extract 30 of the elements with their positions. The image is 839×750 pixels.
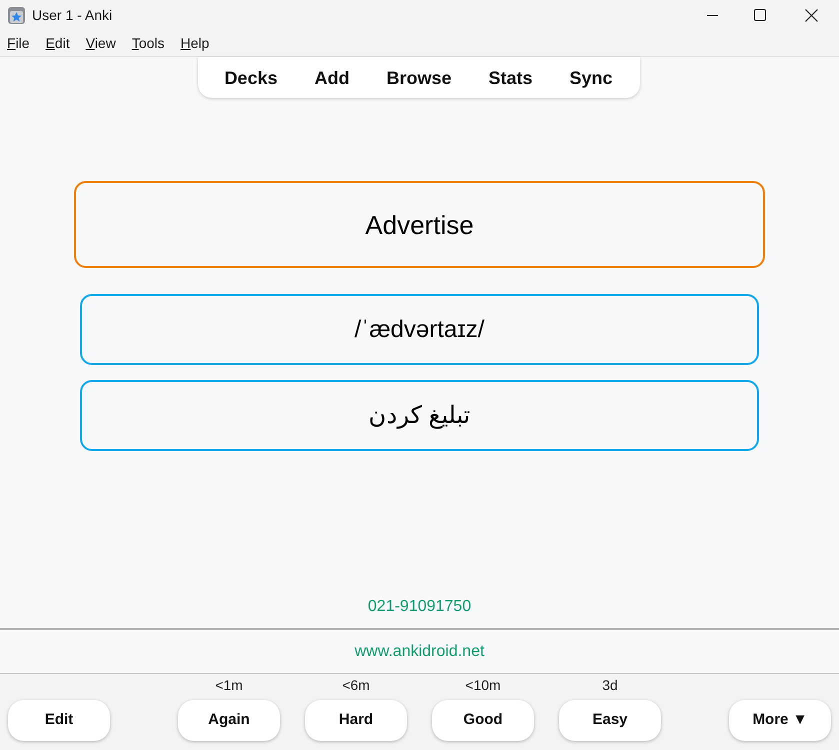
- window-title: User 1 - Anki: [32, 6, 112, 24]
- menu-item[interactable]: Tools: [132, 34, 165, 52]
- website-text: www.ankidroid.net: [354, 642, 484, 662]
- toolbar-link[interactable]: Decks: [224, 66, 278, 88]
- answer-button[interactable]: Hard: [305, 700, 407, 741]
- app-icon: [8, 6, 25, 24]
- toolbar-link[interactable]: Add: [314, 66, 350, 88]
- close-icon: [804, 8, 818, 22]
- toolbar-link[interactable]: Stats: [488, 66, 533, 88]
- field-text: تبلیغ کردن: [368, 400, 470, 430]
- field-text: /ˈædvərtaɪz/: [354, 314, 484, 344]
- interval-label: <10m: [465, 676, 501, 694]
- interval-label: 3d: [602, 676, 618, 694]
- toolbar-link[interactable]: Browse: [386, 66, 452, 88]
- field-text: Advertise: [365, 210, 474, 240]
- menu-item[interactable]: File: [7, 34, 30, 52]
- phone-number: 021-91091750: [368, 597, 472, 617]
- toolbar-link[interactable]: Sync: [570, 66, 613, 88]
- answer-button[interactable]: Again: [178, 700, 280, 741]
- answer-button[interactable]: Easy: [559, 700, 661, 741]
- menu-item[interactable]: Edit: [46, 34, 70, 52]
- more-button[interactable]: More ▼: [729, 700, 831, 741]
- edit-button[interactable]: Edit: [8, 700, 110, 741]
- menu-item[interactable]: View: [86, 34, 116, 52]
- interval-label: <6m: [342, 676, 370, 694]
- menu-item[interactable]: Help: [180, 34, 210, 52]
- maximize-icon: [754, 9, 766, 21]
- interval-label: <1m: [215, 676, 243, 694]
- minimize-icon: [707, 14, 718, 16]
- answer-button[interactable]: Good: [432, 700, 534, 741]
